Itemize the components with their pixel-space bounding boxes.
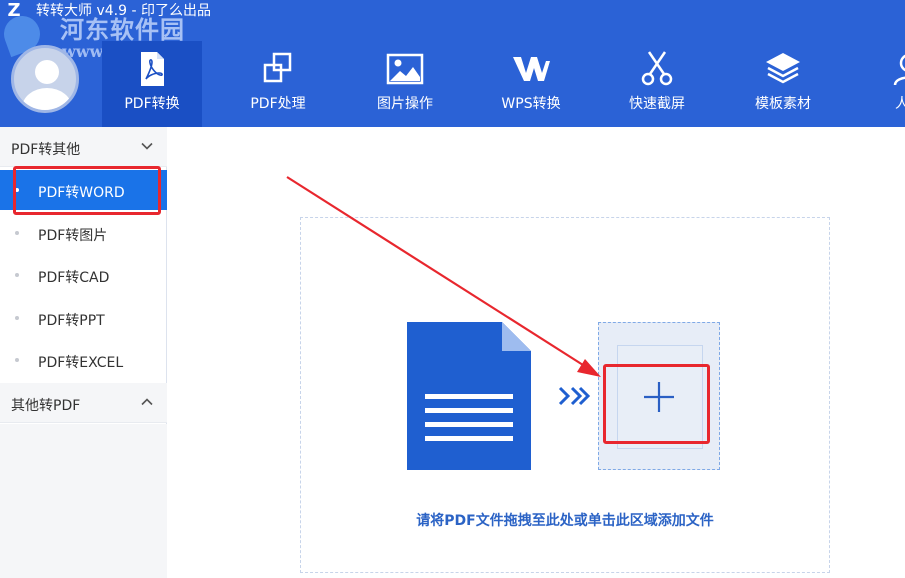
sidebar-item-label: PDF转CAD <box>38 270 110 286</box>
sidebar-item-pdf-to-cad[interactable]: PDF转CAD <box>0 255 167 295</box>
tab-wps-convert[interactable]: WPS转换 <box>481 41 581 127</box>
user-avatar[interactable] <box>11 45 79 113</box>
wps-icon <box>513 57 550 81</box>
sidebar-item-pdf-to-excel[interactable]: PDF转EXCEL <box>0 340 167 380</box>
bullet-icon <box>15 358 19 362</box>
plus-icon <box>644 382 674 412</box>
sidebar-item-label: PDF转WORD <box>38 185 125 201</box>
sidebar-group-other-to-pdf[interactable]: 其他转PDF <box>0 383 167 423</box>
image-icon <box>386 53 424 85</box>
app-header: Z 转转大师 v4.9 - 印了么出品 河东软件园 www.pc0359.cn … <box>0 0 905 127</box>
sidebar-item-pdf-to-word[interactable]: PDF转WORD <box>0 170 167 210</box>
tab-template-materials[interactable]: 模板素材 <box>733 41 833 127</box>
sidebar-item-label: PDF转EXCEL <box>38 355 124 371</box>
tab-quick-screenshot[interactable]: 快速截屏 <box>607 41 707 127</box>
sidebar-item-label: PDF转图片 <box>38 228 108 244</box>
tab-image-ops[interactable]: 图片操作 <box>355 41 455 127</box>
tab-label: 快速截屏 <box>629 96 685 112</box>
sidebar-item-pdf-to-ppt[interactable]: PDF转PPT <box>0 298 167 338</box>
tab-label: WPS转换 <box>501 96 561 112</box>
group-label: PDF转其他 <box>11 142 81 158</box>
tab-label: 人工 <box>895 96 905 112</box>
tab-pdf-process[interactable]: PDF处理 <box>228 41 328 127</box>
tab-label: 图片操作 <box>377 96 433 112</box>
person-icon <box>893 54 905 86</box>
sidebar-item-pdf-to-image[interactable]: PDF转图片 <box>0 213 167 253</box>
sidebar: PDF转其他 PDF转WORD PDF转图片 PDF转CAD PDF转PPT P… <box>0 127 167 578</box>
scissors-icon <box>641 51 673 86</box>
chevron-down-icon <box>141 142 153 150</box>
chevron-up-icon <box>141 398 153 406</box>
double-chevron-right-icon <box>558 386 591 406</box>
layers-icon <box>766 53 800 84</box>
drop-zone-hint: 请将PDF文件拖拽至此处或单击此区域添加文件 <box>416 513 714 529</box>
avatar-head <box>35 60 59 84</box>
tab-label: PDF转换 <box>124 96 180 112</box>
bullet-icon <box>15 231 19 235</box>
watermark-text: 河东软件园 <box>60 15 185 44</box>
bullet-icon <box>15 188 19 192</box>
bullet-icon <box>15 273 19 277</box>
tab-label: PDF处理 <box>250 96 306 112</box>
pdf-icon <box>141 52 164 86</box>
pdf-process-icon <box>263 52 292 83</box>
bullet-icon <box>15 316 19 320</box>
sidebar-empty-area <box>0 424 167 578</box>
sidebar-group-pdf-to-other[interactable]: PDF转其他 <box>0 127 167 167</box>
document-icon <box>407 322 531 470</box>
group-label: 其他转PDF <box>11 398 81 414</box>
tab-label: 模板素材 <box>755 96 811 112</box>
sidebar-item-label: PDF转PPT <box>38 313 105 329</box>
avatar-body <box>22 88 72 110</box>
tab-manual-service[interactable]: 人工 <box>859 41 905 127</box>
tab-pdf-convert[interactable]: PDF转换 <box>102 41 202 127</box>
